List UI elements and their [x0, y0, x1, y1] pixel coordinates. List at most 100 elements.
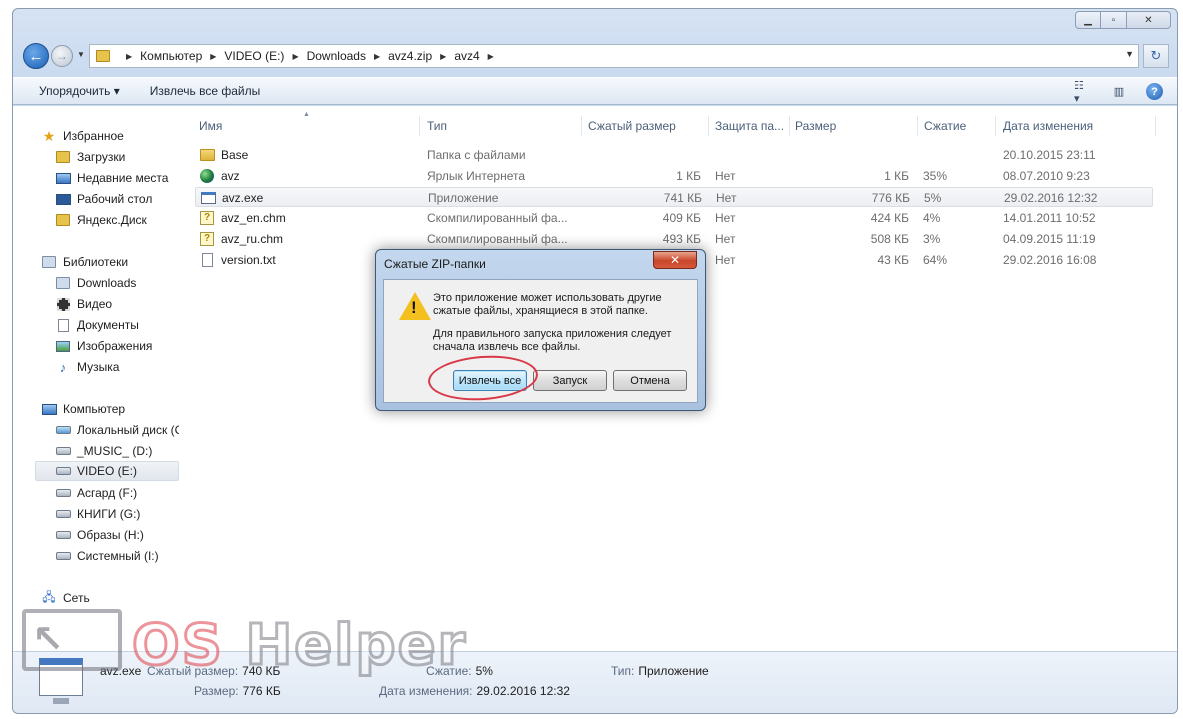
- file-protection: Нет: [715, 169, 736, 183]
- network-icon: 🖧: [42, 589, 56, 604]
- breadcrumb-arrow-icon[interactable]: ▶: [210, 52, 216, 61]
- file-name: avz_en.chm: [221, 211, 286, 225]
- sidebar-item-desktop[interactable]: Рабочий стол: [55, 189, 152, 209]
- column-separator[interactable]: [995, 116, 996, 136]
- cancel-button[interactable]: Отмена: [613, 370, 687, 391]
- details-value: Приложение: [638, 664, 709, 678]
- sidebar-favorites[interactable]: ★ Избранное: [41, 126, 124, 146]
- caption-buttons: ▁ ▫ ✕: [1075, 11, 1171, 29]
- exe-icon: [200, 190, 216, 205]
- breadcrumb-arrow-icon[interactable]: ▶: [488, 52, 494, 61]
- downloads-folder-icon: [55, 150, 71, 164]
- sidebar-item-drive-e[interactable]: VIDEO (E:): [35, 461, 179, 481]
- sidebar-item-recent[interactable]: Недавние места: [55, 168, 168, 188]
- sidebar-label: Изображения: [77, 339, 153, 353]
- file-date: 08.07.2010 9:23: [1003, 169, 1090, 183]
- column-separator[interactable]: [708, 116, 709, 136]
- breadcrumb-current[interactable]: avz4: [454, 49, 479, 63]
- preview-stand: [53, 698, 69, 704]
- run-button[interactable]: Запуск: [533, 370, 607, 391]
- details-label: Сжатый размер:: [147, 664, 239, 678]
- details-date: Дата изменения: 29.02.2016 12:32: [379, 684, 570, 698]
- address-dropdown-icon[interactable]: ▼: [1125, 49, 1134, 59]
- dialog-message-line: Для правильного запуска приложения следу…: [433, 328, 672, 340]
- breadcrumb-downloads[interactable]: Downloads: [307, 49, 366, 63]
- sidebar-item-video[interactable]: Видео: [55, 294, 112, 314]
- column-separator[interactable]: [1155, 116, 1156, 136]
- sidebar-libraries[interactable]: Библиотеки: [41, 252, 128, 272]
- sidebar-label: Недавние места: [77, 171, 169, 185]
- history-dropdown-icon[interactable]: ▼: [77, 50, 85, 59]
- column-separator[interactable]: [917, 116, 918, 136]
- table-row[interactable]: avz Ярлык Интернета 1 КБ Нет 1 КБ 35% 08…: [195, 166, 1153, 186]
- sidebar-item-drive-h[interactable]: Образы (H:): [55, 525, 144, 545]
- warning-exclamation-icon: !: [411, 298, 417, 317]
- sidebar-label: Системный (I:): [77, 549, 159, 563]
- drive-icon: [55, 528, 71, 542]
- sidebar-item-drive-f[interactable]: Асгард (F:): [55, 483, 137, 503]
- breadcrumb-arrow-icon[interactable]: ▶: [292, 52, 298, 61]
- sidebar-label: Библиотеки: [63, 255, 129, 269]
- sidebar-item-drive-c[interactable]: Локальный диск (C: [55, 420, 179, 440]
- breadcrumb-computer[interactable]: Компьютер: [140, 49, 202, 63]
- details-packed-size: Сжатый размер: 740 КБ: [147, 664, 280, 678]
- sidebar-network[interactable]: 🖧 Сеть: [41, 588, 89, 608]
- forward-button[interactable]: →: [51, 45, 73, 67]
- column-header-protection[interactable]: Защита па...: [715, 116, 784, 136]
- address-bar[interactable]: ▶ Компьютер ▶ VIDEO (E:) ▶ Downloads ▶ a…: [89, 44, 1139, 68]
- column-separator[interactable]: [789, 116, 790, 136]
- file-packed-size: 409 КБ: [662, 211, 701, 225]
- documents-icon: [55, 318, 71, 332]
- sidebar-item-drive-i[interactable]: Системный (I:): [55, 546, 159, 566]
- column-header-date[interactable]: Дата изменения: [1003, 116, 1093, 136]
- video-icon: [55, 297, 71, 311]
- table-row[interactable]: ? avz_en.chm Скомпилированный фа... 409 …: [195, 208, 1153, 228]
- table-row[interactable]: Base Папка с файлами 20.10.2015 23:11: [195, 145, 1153, 165]
- view-options-icon[interactable]: ☷ ▾: [1074, 80, 1092, 105]
- back-button[interactable]: ←: [23, 43, 49, 69]
- details-pane: avz.exe Сжатый размер: 740 КБ Размер: 776 …: [13, 651, 1177, 713]
- breadcrumb-arrow-icon[interactable]: ▶: [440, 52, 446, 61]
- maximize-button[interactable]: ▫: [1101, 11, 1127, 29]
- recent-places-icon: [55, 171, 71, 185]
- column-header-type[interactable]: Тип: [427, 116, 447, 136]
- details-type: Тип: Приложение: [611, 664, 709, 678]
- help-icon[interactable]: ?: [1146, 83, 1163, 100]
- sidebar-item-lib-downloads[interactable]: Downloads: [55, 273, 136, 293]
- sidebar-item-drive-g[interactable]: КНИГИ (G:): [55, 504, 140, 524]
- file-date: 04.09.2015 11:19: [1003, 232, 1096, 246]
- column-separator[interactable]: [581, 116, 582, 136]
- preview-pane-icon[interactable]: ▥: [1110, 84, 1128, 100]
- sidebar-item-yandex-disk[interactable]: Яндекс.Диск: [55, 210, 147, 230]
- refresh-button[interactable]: ↻: [1143, 44, 1169, 68]
- column-header-name[interactable]: Имя: [199, 116, 222, 136]
- sidebar-item-pictures[interactable]: Изображения: [55, 336, 152, 356]
- file-name: avz_ru.chm: [221, 232, 284, 246]
- sidebar-item-downloads[interactable]: Загрузки: [55, 147, 125, 167]
- sidebar-item-documents[interactable]: Документы: [55, 315, 139, 335]
- column-header-packed-size[interactable]: Сжатый размер: [588, 116, 676, 136]
- sidebar-item-music[interactable]: ♪ Музыка: [55, 357, 120, 377]
- dialog-message-line: Это приложение может использовать другие: [433, 292, 662, 304]
- sidebar-computer[interactable]: Компьютер: [41, 399, 125, 419]
- breadcrumb-drive[interactable]: VIDEO (E:): [224, 49, 284, 63]
- sidebar-label: Яндекс.Диск: [77, 213, 147, 227]
- extract-all-button[interactable]: Извлечь все файлы: [150, 84, 260, 98]
- file-size: 424 КБ: [870, 211, 909, 225]
- sidebar-item-drive-d[interactable]: _MUSIC_ (D:): [55, 441, 152, 461]
- column-header-size[interactable]: Размер: [795, 116, 836, 136]
- breadcrumb-zip[interactable]: avz4.zip: [388, 49, 432, 63]
- table-row[interactable]: ? avz_ru.chm Скомпилированный фа... 493 …: [195, 229, 1153, 249]
- file-protection: Нет: [715, 232, 736, 246]
- close-button[interactable]: ✕: [1127, 11, 1171, 29]
- file-name: Base: [221, 148, 249, 162]
- column-header-compression[interactable]: Сжатие: [924, 116, 966, 136]
- dialog-close-button[interactable]: ✕: [653, 251, 697, 269]
- sidebar-label: Образы (H:): [77, 528, 144, 542]
- sidebar-label: Загрузки: [77, 150, 126, 164]
- minimize-button[interactable]: ▁: [1075, 11, 1101, 29]
- column-separator[interactable]: [419, 116, 420, 136]
- table-row-selected[interactable]: avz.exe Приложение 741 КБ Нет 776 КБ 5% …: [195, 187, 1153, 207]
- organize-button[interactable]: Упорядочить ▾: [39, 84, 120, 98]
- breadcrumb-arrow-icon[interactable]: ▶: [374, 52, 380, 61]
